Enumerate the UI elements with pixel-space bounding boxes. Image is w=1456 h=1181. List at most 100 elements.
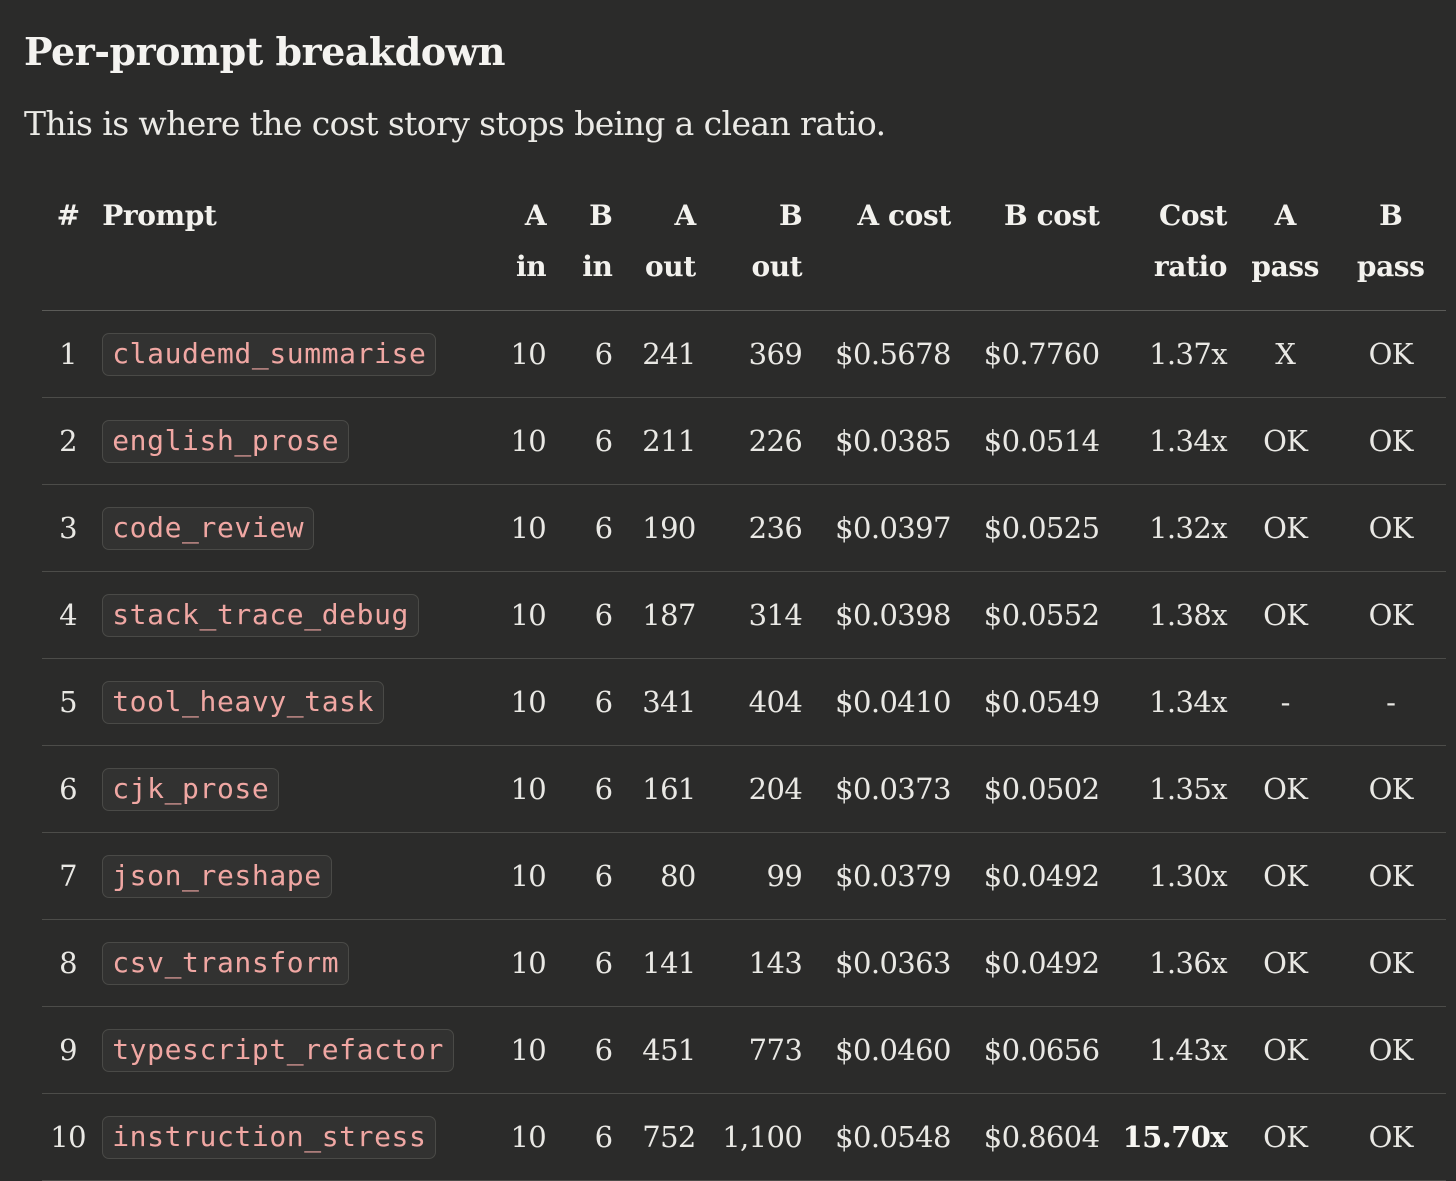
cell-b-in: 6 [554, 1093, 621, 1181]
cell-a-pass: - [1235, 658, 1336, 746]
cell-a-in: 10 [499, 310, 555, 398]
cell-a-out: 80 [620, 832, 704, 920]
cell-a-out: 141 [620, 919, 704, 1007]
header-a-cost: A cost [810, 190, 959, 311]
cell-cost-ratio: 1.32x [1107, 484, 1236, 572]
cell-num: 8 [42, 919, 95, 1007]
cell-b-out: 236 [703, 484, 811, 572]
cell-a-cost: $0.0385 [810, 397, 959, 485]
cell-b-pass: OK [1335, 397, 1446, 485]
table-row: 9 typescript_refactor 10 6 451 773 $0.04… [42, 1006, 1446, 1094]
cell-a-in: 10 [499, 832, 555, 920]
cell-b-in: 6 [554, 1006, 621, 1094]
cell-b-pass: OK [1335, 832, 1446, 920]
cell-a-out: 161 [620, 745, 704, 833]
cell-num: 5 [42, 658, 95, 746]
header-a-pass: Apass [1235, 190, 1336, 311]
cell-b-pass: - [1335, 658, 1446, 746]
table-row: 5 tool_heavy_task 10 6 341 404 $0.0410 $… [42, 658, 1446, 746]
prompt-code: cjk_prose [102, 767, 280, 811]
cell-a-out: 451 [620, 1006, 704, 1094]
prompt-code: instruction_stress [102, 1115, 437, 1159]
breakdown-table: # Prompt Ain Bin Aout Bout A cost B cost… [42, 190, 1446, 1181]
cell-b-cost: $0.0525 [958, 484, 1108, 572]
header-a-out: Aout [620, 190, 704, 311]
cell-a-out: 187 [620, 571, 704, 659]
cell-num: 9 [42, 1006, 95, 1094]
header-prompt: Prompt [94, 190, 500, 311]
prompt-code: claudemd_summarise [102, 332, 437, 376]
cell-b-in: 6 [554, 571, 621, 659]
cell-b-out: 204 [703, 745, 811, 833]
cell-a-in: 10 [499, 919, 555, 1007]
cell-prompt: tool_heavy_task [94, 658, 500, 746]
table-body: 1 claudemd_summarise 10 6 241 369 $0.567… [42, 310, 1446, 1181]
prompt-code: stack_trace_debug [102, 593, 419, 637]
cell-cost-ratio: 1.38x [1107, 571, 1236, 659]
table-row: 4 stack_trace_debug 10 6 187 314 $0.0398… [42, 571, 1446, 659]
cell-b-cost: $0.0502 [958, 745, 1108, 833]
prompt-code: typescript_refactor [102, 1028, 454, 1072]
header-num: # [42, 190, 95, 311]
cell-a-out: 752 [620, 1093, 704, 1181]
cell-b-out: 404 [703, 658, 811, 746]
table-row: 2 english_prose 10 6 211 226 $0.0385 $0.… [42, 397, 1446, 485]
cell-a-cost: $0.0410 [810, 658, 959, 746]
cell-b-cost: $0.7760 [958, 310, 1108, 398]
cell-prompt: code_review [94, 484, 500, 572]
cell-a-cost: $0.0379 [810, 832, 959, 920]
cell-b-pass: OK [1335, 484, 1446, 572]
cell-a-pass: X [1235, 310, 1336, 398]
header-b-pass: Bpass [1335, 190, 1446, 311]
cell-b-out: 773 [703, 1006, 811, 1094]
cell-b-cost: $0.0514 [958, 397, 1108, 485]
cell-a-cost: $0.0460 [810, 1006, 959, 1094]
cell-cost-ratio: 1.30x [1107, 832, 1236, 920]
prompt-code: code_review [102, 506, 315, 550]
cell-a-out: 241 [620, 310, 704, 398]
cell-num: 3 [42, 484, 95, 572]
cell-prompt: claudemd_summarise [94, 310, 500, 398]
table-row: 8 csv_transform 10 6 141 143 $0.0363 $0.… [42, 919, 1446, 1007]
cell-a-cost: $0.5678 [810, 310, 959, 398]
cell-b-out: 99 [703, 832, 811, 920]
cell-a-cost: $0.0373 [810, 745, 959, 833]
cell-a-in: 10 [499, 484, 555, 572]
cell-a-pass: OK [1235, 571, 1336, 659]
cell-a-cost: $0.0398 [810, 571, 959, 659]
cell-a-in: 10 [499, 1093, 555, 1181]
table-row: 7 json_reshape 10 6 80 99 $0.0379 $0.049… [42, 832, 1446, 920]
cell-b-cost: $0.0552 [958, 571, 1108, 659]
cell-b-in: 6 [554, 310, 621, 398]
section-heading: Per-prompt breakdown [24, 29, 506, 74]
header-row: # Prompt Ain Bin Aout Bout A cost B cost… [42, 190, 1446, 311]
cell-b-in: 6 [554, 484, 621, 572]
cell-a-pass: OK [1235, 919, 1336, 1007]
cell-prompt: csv_transform [94, 919, 500, 1007]
table-header: # Prompt Ain Bin Aout Bout A cost B cost… [42, 190, 1446, 311]
cell-num: 10 [42, 1093, 95, 1181]
cell-cost-ratio: 1.36x [1107, 919, 1236, 1007]
cell-b-cost: $0.8604 [958, 1093, 1108, 1181]
header-b-out: Bout [703, 190, 811, 311]
cell-cost-ratio-highlight: 15.70x [1107, 1093, 1236, 1181]
cell-prompt: cjk_prose [94, 745, 500, 833]
cell-b-in: 6 [554, 397, 621, 485]
cell-b-out: 369 [703, 310, 811, 398]
cell-b-cost: $0.0656 [958, 1006, 1108, 1094]
cell-b-pass: OK [1335, 571, 1446, 659]
cell-b-in: 6 [554, 745, 621, 833]
cell-num: 1 [42, 310, 95, 398]
table-row: 10 instruction_stress 10 6 752 1,100 $0.… [42, 1093, 1446, 1181]
cell-cost-ratio: 1.37x [1107, 310, 1236, 398]
cell-prompt: instruction_stress [94, 1093, 500, 1181]
header-a-in: Ain [499, 190, 555, 311]
cell-a-in: 10 [499, 745, 555, 833]
cell-b-cost: $0.0492 [958, 919, 1108, 1007]
cell-a-pass: OK [1235, 1093, 1336, 1181]
cell-a-pass: OK [1235, 1006, 1336, 1094]
cell-b-out: 226 [703, 397, 811, 485]
cell-b-pass: OK [1335, 919, 1446, 1007]
cell-cost-ratio: 1.34x [1107, 397, 1236, 485]
cell-b-pass: OK [1335, 1093, 1446, 1181]
